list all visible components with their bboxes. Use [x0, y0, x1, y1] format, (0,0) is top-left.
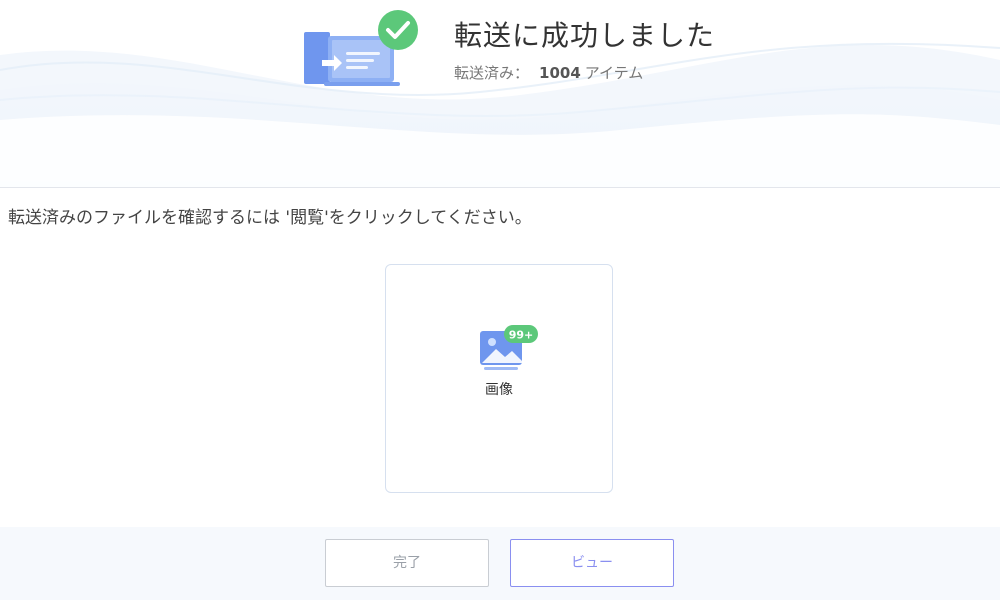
transferred-unit: アイテム [584, 64, 644, 82]
category-label-images: 画像 [485, 382, 513, 398]
image-icon: 99+ [480, 325, 538, 370]
transfer-summary: 転送済み： 1004 アイテム [454, 62, 643, 84]
footer-bar: 完了 ビュー [0, 527, 1000, 600]
header: 転送に成功しました 転送済み： 1004 アイテム [0, 0, 1000, 188]
count-badge: 99+ [509, 329, 534, 342]
page-title: 転送に成功しました [454, 19, 716, 52]
transferred-count: 1004 [539, 64, 581, 82]
instruction-text: 転送済みのファイルを確認するには '閲覧'をクリックしてください。 [8, 208, 532, 228]
category-card-images[interactable]: 99+ 画像 [385, 264, 613, 493]
transfer-success-illustration [304, 10, 418, 86]
transferred-label: 転送済み： [454, 64, 530, 82]
done-button[interactable]: 完了 [325, 539, 489, 587]
view-button[interactable]: ビュー [510, 539, 674, 587]
header-divider [0, 187, 1000, 188]
